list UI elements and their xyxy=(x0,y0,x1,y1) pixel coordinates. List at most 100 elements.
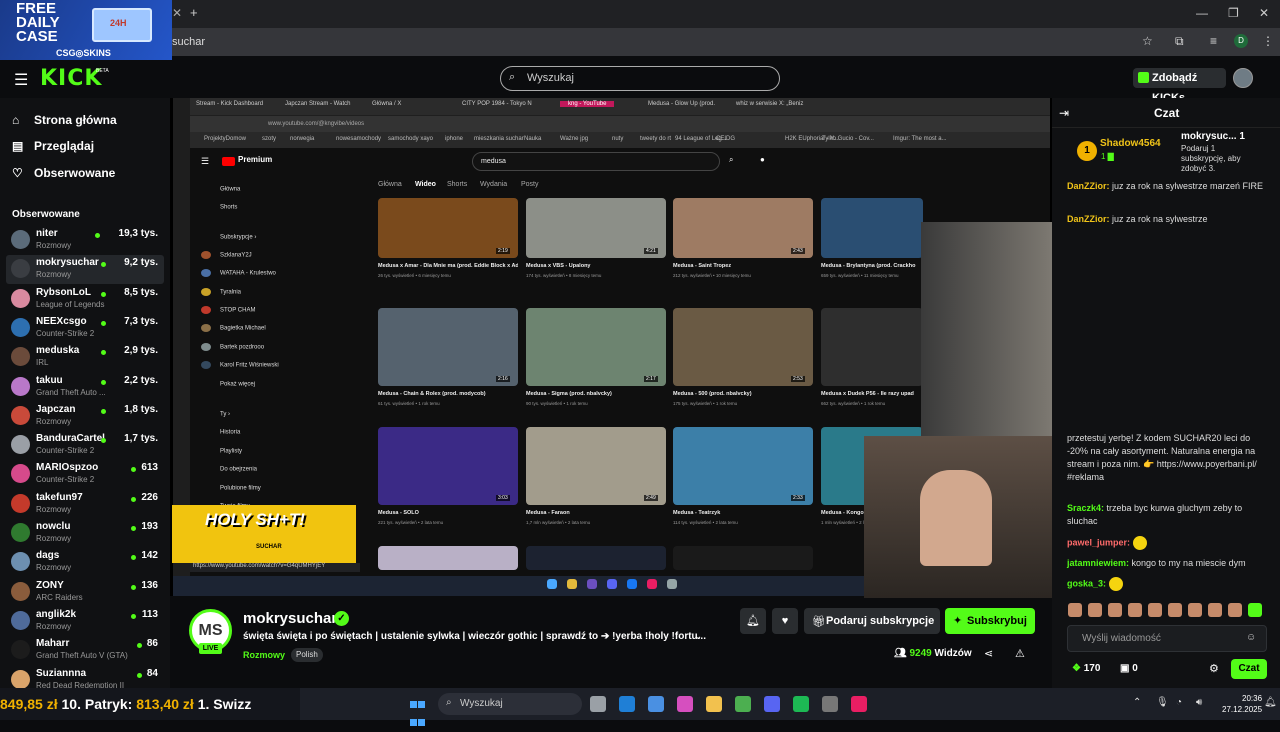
taskbar-app-icon[interactable] xyxy=(851,696,867,712)
notifications-icon[interactable]: 🔔︎ xyxy=(1264,697,1277,708)
channel-name: dags xyxy=(36,550,60,562)
youtube-sidebar-item: Karol Fritz Wiśniewski xyxy=(201,361,279,369)
taskbar-app-icon[interactable] xyxy=(590,696,606,712)
emote-icon[interactable] xyxy=(1208,603,1222,617)
followed-channel-takefun97[interactable]: takefun97 Rozmowy 226 xyxy=(6,490,164,519)
channel-points[interactable]: ❖ 170 xyxy=(1072,663,1100,674)
language-tag[interactable]: Polish xyxy=(291,648,323,662)
stream-bookmark: nuty xyxy=(612,136,624,142)
followed-channel-banduracartel[interactable]: BanduraCartel Counter-Strike 2 1,7 tys. xyxy=(6,431,164,460)
stream-bookmark: Nauka xyxy=(524,136,542,142)
taskbar-app-icon[interactable] xyxy=(677,696,693,712)
notification-bell-button[interactable]: 🔔︎ xyxy=(740,608,766,634)
emote-icon[interactable] xyxy=(1228,603,1242,617)
taskbar-app-icon[interactable] xyxy=(706,696,722,712)
report-icon[interactable]: ⚠ xyxy=(1015,647,1025,660)
emote-icon[interactable] xyxy=(1108,603,1122,617)
emoji-icon[interactable]: ☺ xyxy=(1246,632,1256,643)
emote-icon[interactable] xyxy=(1248,603,1262,617)
kick-logo[interactable]: KICK xyxy=(40,66,102,91)
sidebar-item-icon xyxy=(201,465,211,473)
wifi-icon[interactable]: ◔ xyxy=(1176,697,1182,708)
channel-name[interactable]: mokrysuchar xyxy=(243,610,337,627)
emote-icon[interactable] xyxy=(1128,603,1142,617)
profile-icon[interactable]: D xyxy=(1234,34,1248,48)
maximize-icon[interactable]: ❐ xyxy=(1228,6,1239,20)
followed-channel-meduska[interactable]: meduska IRL 2,9 tys. xyxy=(6,343,164,372)
chat-username[interactable]: pawel_jumper: xyxy=(1067,537,1130,547)
nav-following[interactable]: ♡ Obserwowane xyxy=(12,166,115,180)
chat-username[interactable]: DanZZior: xyxy=(1067,181,1110,191)
emote-icon[interactable] xyxy=(1148,603,1162,617)
taskbar-app-icon[interactable] xyxy=(793,696,809,712)
browser-menu-icon[interactable]: ⋮ xyxy=(1262,34,1274,48)
share-icon[interactable]: ⋖ xyxy=(984,647,993,660)
youtube-sidebar-item: SzklanaY2J xyxy=(201,251,252,259)
live-dot xyxy=(101,291,106,297)
search-input[interactable]: Wyszukaj xyxy=(500,66,780,91)
nav-browse[interactable]: ▤ Przeglądaj xyxy=(12,139,94,153)
media-control-icon[interactable]: ≡ xyxy=(1210,34,1217,48)
hamburger-menu-icon[interactable]: ☰ xyxy=(14,70,28,90)
collapse-chat-icon[interactable]: ⇥ xyxy=(1059,106,1069,120)
followed-channel-nowclu[interactable]: nowclu Rozmowy 193 xyxy=(6,519,164,548)
followed-channel-anglik2k[interactable]: anglik2k Rozmowy 113 xyxy=(6,607,164,636)
taskbar-app-icon[interactable] xyxy=(822,696,838,712)
followed-channel-japczan[interactable]: Japczan Rozmowy 1,8 tys. xyxy=(6,402,164,431)
taskbar-app-icon[interactable] xyxy=(764,696,780,712)
youtube-mic-icon: ● xyxy=(760,155,765,164)
chat-username[interactable]: DanZZior: xyxy=(1067,214,1110,224)
address-text[interactable]: suchar xyxy=(172,36,205,48)
followed-channel-zony[interactable]: ZONY ARC Raiders 136 xyxy=(6,578,164,607)
taskbar-app-icon[interactable] xyxy=(735,696,751,712)
leaderboard-user-2[interactable]: mokrysuc... 1 xyxy=(1181,131,1245,142)
chat-username[interactable]: jatamniewiem: xyxy=(1067,558,1129,568)
stream-bookmark: norwegia xyxy=(290,136,315,142)
taskbar-app-icon[interactable] xyxy=(648,696,664,712)
chat-username[interactable]: Sraczk4: xyxy=(1067,503,1104,513)
tab-close-icon[interactable]: ✕ xyxy=(172,6,182,20)
avatar xyxy=(11,552,30,572)
leaderboard-user[interactable]: Shadow4564 xyxy=(1100,138,1161,149)
close-window-icon[interactable]: ✕ xyxy=(1259,6,1269,20)
taskbar-app-icon[interactable] xyxy=(619,696,635,712)
bag-counter[interactable]: ▣ 0 xyxy=(1120,663,1138,674)
user-avatar[interactable] xyxy=(1233,68,1253,88)
new-tab-icon[interactable]: + xyxy=(190,5,198,20)
bookmark-star-icon[interactable]: ☆ xyxy=(1142,34,1153,48)
send-chat-button[interactable]: Czat xyxy=(1231,659,1267,679)
chevron-down-icon[interactable]: ⌄ xyxy=(694,631,702,642)
followed-channel-takuu[interactable]: takuu Grand Theft Auto ... 2,2 tys. xyxy=(6,373,164,402)
sidebar-item-icon xyxy=(201,380,211,388)
volume-icon[interactable]: 🔊︎ xyxy=(1196,697,1202,708)
video-meta: 221 tys. wyświetleń • 2 lata temu xyxy=(378,520,444,525)
emote-icon[interactable] xyxy=(1168,603,1182,617)
avatar xyxy=(11,376,30,396)
gear-icon[interactable]: ⚙ xyxy=(1209,662,1219,675)
viewer-count: 19,3 tys. xyxy=(118,228,158,239)
youtube-sidebar-item: Tyralnia xyxy=(201,288,241,296)
nav-home[interactable]: ⌂ Strona główna xyxy=(12,113,117,127)
emote-icon[interactable] xyxy=(1068,603,1082,617)
chat-input[interactable]: Wyślij wiadomość xyxy=(1067,625,1267,652)
followed-channel-rybsonlol[interactable]: RybsonLoL League of Legends 8,5 tys. xyxy=(6,285,164,314)
minimize-icon[interactable]: — xyxy=(1196,6,1208,20)
emote-icon[interactable] xyxy=(1088,603,1102,617)
followed-channel-maharr[interactable]: Maharr Grand Theft Auto V (GTA) 86 xyxy=(6,636,164,665)
ticker-part: 813,40 zł xyxy=(136,696,194,712)
followed-channel-neexcsgo[interactable]: NEEXcsgo Counter-Strike 2 7,3 tys. xyxy=(6,314,164,343)
mic-icon[interactable]: 🎙︎ xyxy=(1156,697,1169,708)
followed-channel-mariospzoo[interactable]: MARIOspzoo Counter-Strike 2 613 xyxy=(6,460,164,489)
followed-channel-niter[interactable]: niter Rozmowy 19,3 tys. xyxy=(6,226,164,255)
emote-icon[interactable] xyxy=(1188,603,1202,617)
chat-username[interactable]: goska_3: xyxy=(1067,578,1106,588)
windows-start-icon[interactable] xyxy=(410,696,426,726)
extensions-icon[interactable]: ⧉ xyxy=(1175,34,1184,49)
follow-button[interactable]: ♥ xyxy=(772,608,798,634)
followed-channel-mokrysuchar[interactable]: mokrysuchar Rozmowy 9,2 tys. xyxy=(6,255,164,285)
tray-chevron-icon[interactable]: ⌃ xyxy=(1133,697,1141,708)
taskbar-search[interactable]: Wyszukaj xyxy=(438,693,582,715)
followed-channel-dags[interactable]: dags Rozmowy 142 xyxy=(6,548,164,577)
stream-category[interactable]: Rozmowy xyxy=(243,650,285,660)
system-clock[interactable]: 20:36 27.12.2025 xyxy=(1222,693,1262,715)
